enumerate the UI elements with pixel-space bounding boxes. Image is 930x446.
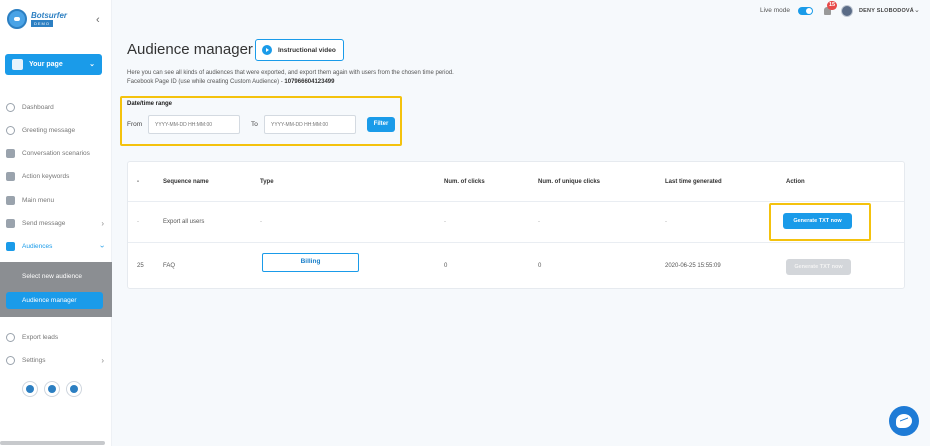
chat-icon [6, 171, 15, 181]
facebook-page-id: 107966604123499 [284, 79, 335, 85]
play-icon [262, 45, 272, 55]
row-id: - [137, 219, 139, 225]
sidebar-item-greeting-message[interactable]: Greeting message [0, 119, 112, 141]
date-range-title: Date/time range [127, 101, 173, 107]
sidebar-item-label: Dashboard [22, 103, 54, 111]
instructional-video-button[interactable]: Instructional video [255, 39, 344, 61]
row-id: 25 [137, 263, 144, 269]
sidebar-item-label: Export leads [22, 333, 59, 341]
row-sequence-name: Export all users [163, 219, 205, 225]
instructional-video-label: Instructional video [278, 46, 336, 54]
row-type: - [260, 219, 262, 225]
greeting-icon [6, 125, 15, 135]
generate-txt-button[interactable]: Generate TXT now [783, 213, 852, 229]
audiences-submenu: Select new audience Audience manager [0, 262, 112, 317]
page-selector-button[interactable]: Your page ⌄ [5, 54, 102, 75]
avatar[interactable] [841, 5, 853, 17]
chevron-down-icon: ⌄ [89, 61, 95, 68]
logo[interactable]: Botsurfer DEMO [7, 9, 67, 29]
row-unique-clicks: - [538, 219, 540, 225]
chevron-down-icon: › [98, 244, 108, 248]
sidebar: Botsurfer DEMO ‹ Your page ⌄ Dashboard G… [0, 0, 112, 446]
chevron-right-icon: › [101, 218, 104, 228]
notification-badge: 15 [827, 1, 837, 10]
chevron-right-icon: › [101, 355, 104, 365]
from-date-input[interactable] [148, 115, 240, 134]
page-id-line: Facebook Page ID (use while creating Cus… [127, 79, 335, 85]
column-header-id: - [137, 179, 139, 185]
submenu-audience-manager[interactable]: Audience manager [6, 292, 103, 309]
sidebar-item-label: Send message [22, 219, 66, 227]
dashboard-icon [6, 102, 15, 112]
audience-icon [6, 241, 15, 251]
column-header-sequence-name: Sequence name [163, 179, 209, 185]
generate-txt-button-disabled[interactable]: Generate TXT now [786, 259, 851, 275]
row-type-badge[interactable]: Billing [262, 253, 359, 272]
column-header-clicks: Num. of clicks [444, 179, 485, 185]
column-header-type: Type [260, 179, 274, 185]
user-menu-chevron-icon[interactable]: ⌄ [914, 6, 920, 14]
column-header-last-generated: Last time generated [665, 179, 722, 185]
sidebar-item-label: Audiences [22, 242, 53, 250]
sidebar-item-audiences[interactable]: Audiences › [0, 235, 112, 257]
column-header-action: Action [786, 179, 805, 185]
sidebar-item-settings[interactable]: Settings › [0, 349, 112, 371]
sidebar-item-label: Greeting message [22, 126, 76, 134]
submenu-select-new-audience[interactable]: Select new audience [22, 273, 82, 280]
header-divider [128, 201, 904, 202]
sidebar-scrollbar[interactable] [0, 441, 105, 445]
column-header-unique-clicks: Num. of unique clicks [538, 179, 601, 185]
from-label: From [127, 121, 143, 128]
row-unique-clicks: 0 [538, 263, 542, 269]
send-icon [6, 218, 15, 228]
sidebar-item-label: Action keywords [22, 172, 70, 180]
live-mode-label: Live mode [760, 7, 790, 14]
folder-icon [6, 148, 15, 158]
sidebar-item-dashboard[interactable]: Dashboard [0, 96, 112, 118]
to-date-input[interactable] [264, 115, 356, 134]
page-icon [12, 59, 23, 70]
logo-mascot-icon [7, 9, 27, 29]
page-description: Here you can see all kinds of audiences … [127, 70, 454, 76]
keyboard-icon [6, 195, 15, 205]
export-icon [6, 332, 15, 342]
row-divider [128, 242, 904, 243]
collapse-sidebar-icon[interactable]: ‹ [96, 14, 100, 26]
live-mode-toggle[interactable] [798, 7, 813, 15]
sidebar-item-action-keywords[interactable]: Action keywords [0, 165, 112, 187]
page-selector-label: Your page [29, 61, 63, 68]
chat-bubble-icon[interactable] [22, 381, 38, 397]
row-last-generated: - [665, 219, 667, 225]
sidebar-item-label: Settings [22, 356, 46, 364]
filter-button[interactable]: Filter [367, 117, 395, 132]
logo-subtitle: DEMO [31, 19, 53, 27]
gear-icon [6, 355, 15, 365]
magic-wand-icon[interactable] [44, 381, 60, 397]
row-sequence-name: FAQ [163, 263, 176, 269]
sidebar-item-export-leads[interactable]: Export leads [0, 326, 112, 348]
user-name[interactable]: DENY SLOBODOVÁ [859, 8, 914, 14]
to-label: To [251, 121, 258, 128]
sidebar-item-label: Main menu [22, 196, 55, 204]
row-clicks: - [444, 219, 446, 225]
row-clicks: 0 [444, 263, 448, 269]
sidebar-item-label: Conversation scenarios [22, 149, 90, 157]
sidebar-item-send-message[interactable]: Send message › [0, 212, 112, 234]
row-last-generated: 2020-06-25 15:55:09 [665, 263, 721, 269]
messenger-chat-icon[interactable] [889, 406, 919, 436]
sidebar-item-main-menu[interactable]: Main menu [0, 189, 112, 211]
sidebar-item-conversation-scenarios[interactable]: Conversation scenarios [0, 142, 112, 164]
robot-icon[interactable] [66, 381, 82, 397]
page-title: Audience manager [127, 41, 253, 58]
logo-name: Botsurfer [31, 10, 68, 20]
